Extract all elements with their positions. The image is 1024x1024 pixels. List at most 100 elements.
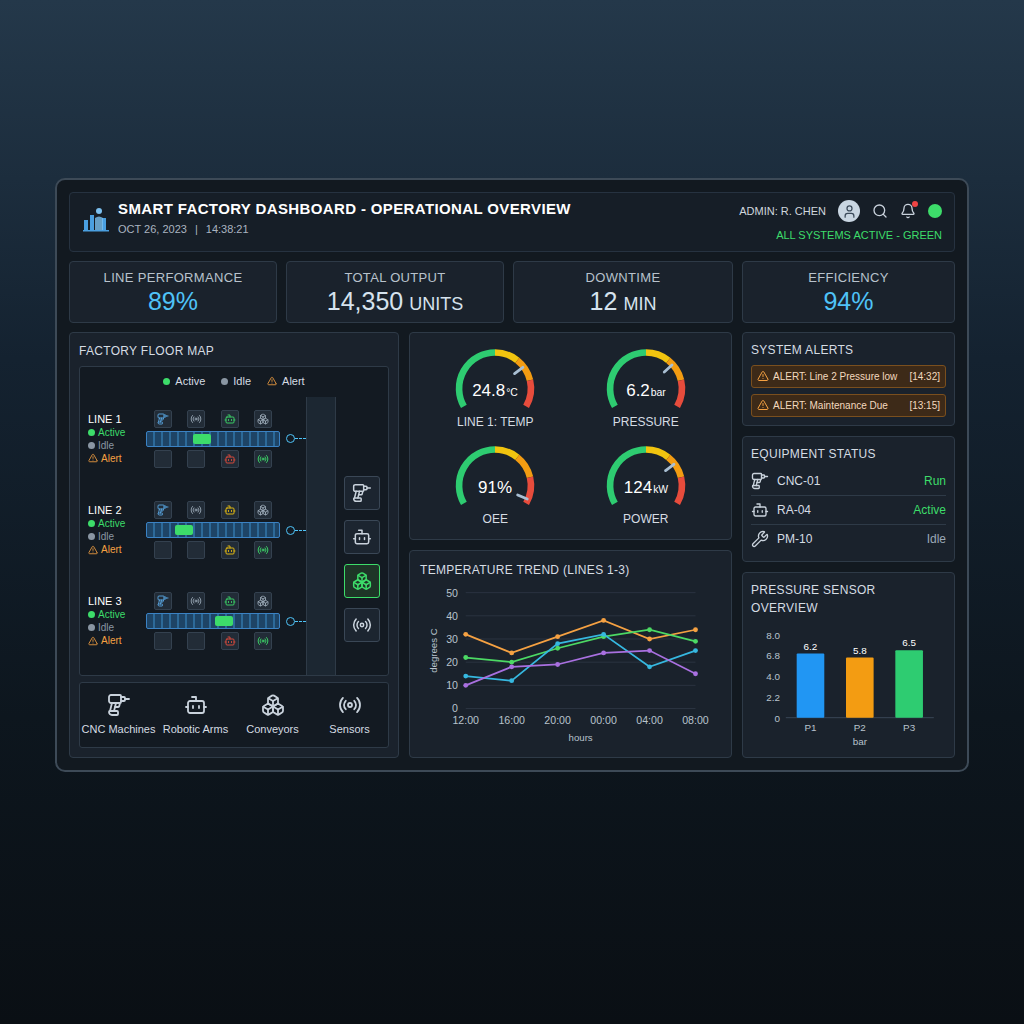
category-item[interactable]: Sensors (311, 691, 388, 739)
search-icon[interactable] (872, 203, 888, 219)
y-tick: 4.0 (766, 671, 780, 682)
data-point (601, 650, 606, 655)
machine-slot[interactable] (221, 541, 239, 559)
floor-map: ActiveIdleAlertLINE 1ActiveIdleAlertLINE… (79, 366, 389, 676)
pressure-bar: 6.2P1 (797, 640, 825, 733)
notifications[interactable] (900, 203, 916, 219)
kpi-label: TOTAL OUTPUT (344, 268, 445, 288)
machine-slot[interactable] (221, 450, 239, 468)
gauge-value: 91% (478, 478, 512, 497)
y-tick: 8.0 (766, 630, 780, 641)
pressure-bar: 6.5P3 (895, 637, 923, 733)
machine-slot[interactable] (187, 592, 205, 610)
line-name: LINE 3 (88, 595, 140, 608)
machine-slot[interactable] (254, 541, 272, 559)
data-point (463, 655, 468, 660)
connector (286, 434, 306, 443)
kpi-value: 89% (148, 287, 198, 316)
y-tick: 10 (446, 679, 458, 691)
x-tick: 20:00 (544, 714, 571, 726)
machine-slot[interactable] (187, 450, 205, 468)
pressure-bar-chart: 8.06.84.02.206.2P15.8P26.5P3bar (751, 621, 941, 749)
robotic-arm-icon (224, 413, 236, 425)
machine-slot[interactable] (187, 501, 205, 519)
data-point (647, 648, 652, 653)
machine-slot[interactable] (221, 632, 239, 650)
robotic-arm-icon (751, 501, 769, 519)
x-tick: P3 (903, 722, 916, 733)
machine-slot[interactable] (254, 632, 272, 650)
machine-slot[interactable] (154, 450, 172, 468)
machine-slot[interactable] (221, 501, 239, 519)
alert-item[interactable]: ALERT: Line 2 Pressure low[14:32] (751, 365, 946, 388)
svg-text:5.8: 5.8 (853, 644, 867, 655)
cnc-machine-icon (751, 472, 769, 490)
machine-slot[interactable] (154, 592, 172, 610)
machine-slot[interactable] (221, 592, 239, 610)
pressure-sensor-panel: PRESSURE SENSOR OVERVIEW8.06.84.02.206.2… (742, 572, 955, 758)
dashboard-screen: SMART FACTORY DASHBOARD - OPERATIONAL OV… (55, 178, 969, 772)
header: SMART FACTORY DASHBOARD - OPERATIONAL OV… (69, 192, 955, 252)
gauges-panel: 24.8°CLINE 1: TEMP6.2barPRESSURE91%OEE12… (409, 332, 732, 540)
equipment-row[interactable]: CNC-01Run (751, 467, 946, 495)
x-tick: P2 (854, 722, 866, 733)
product (193, 434, 211, 444)
x-tick: 04:00 (636, 714, 663, 726)
line-status: Alert (88, 634, 140, 647)
device-node[interactable] (344, 608, 380, 642)
machine-slot[interactable] (154, 632, 172, 650)
sensor-icon (352, 615, 372, 635)
alert-icon (88, 545, 98, 555)
avatar[interactable] (838, 200, 860, 222)
category-item[interactable]: Robotic Arms (157, 691, 234, 739)
equipment-row[interactable]: PM-10Idle (751, 524, 946, 553)
equipment-row[interactable]: RA-04Active (751, 495, 946, 524)
machine-slot[interactable] (254, 410, 272, 428)
kpi-value: 14,350UNITS (327, 287, 463, 316)
line-name: LINE 2 (88, 504, 140, 517)
device-node[interactable] (344, 476, 380, 510)
bus-rail (306, 397, 336, 675)
machine-slot[interactable] (254, 501, 272, 519)
connector (286, 526, 306, 535)
machine-slot[interactable] (254, 450, 272, 468)
pressure-bar: 5.8 P2 (846, 644, 874, 733)
date-time: OCT 26, 2023|14:38:21 (118, 221, 571, 238)
y-tick: 50 (446, 586, 458, 598)
data-point (601, 632, 606, 637)
sensor-icon (257, 453, 269, 465)
legend-item: Active (163, 373, 205, 390)
y-axis-label: degrees C (428, 628, 439, 673)
line-status: Active (88, 517, 140, 530)
conveyor-belt (146, 522, 280, 538)
device-node[interactable] (344, 564, 380, 598)
floor-map-panel: FACTORY FLOOR MAPActiveIdleAlertLINE 1Ac… (69, 332, 399, 758)
line-status: Idle (88, 530, 140, 543)
admin-label: ADMIN: R. CHEN (739, 203, 826, 220)
panel-title: EQUIPMENT STATUS (751, 445, 946, 463)
category-item[interactable]: Conveyors (234, 691, 311, 739)
gauge: 6.2barPRESSURE (594, 343, 698, 431)
machine-slot[interactable] (187, 410, 205, 428)
machine-slot[interactable] (154, 541, 172, 559)
x-tick: 16:00 (498, 714, 525, 726)
machine-slot[interactable] (221, 410, 239, 428)
gauge-needle (665, 465, 673, 471)
gauge-value: 124kW (624, 478, 669, 497)
category-item[interactable]: CNC Machines (80, 691, 157, 739)
machine-slot[interactable] (154, 410, 172, 428)
machine-slot[interactable] (154, 501, 172, 519)
machine-slot[interactable] (187, 541, 205, 559)
kpi-label: LINE PERFORMANCE (104, 268, 243, 288)
machine-slot[interactable] (254, 592, 272, 610)
cnc-machine-icon (107, 693, 131, 717)
line-status: Alert (88, 452, 140, 465)
alert-item[interactable]: ALERT: Maintenance Due[13:15] (751, 394, 946, 417)
x-tick: 08:00 (682, 714, 709, 726)
data-point (555, 641, 560, 646)
gauge: 91%OEE (443, 440, 547, 528)
machine-slot[interactable] (187, 632, 205, 650)
y-tick: 20 (446, 656, 458, 668)
device-node[interactable] (344, 520, 380, 554)
sensor-icon (190, 595, 202, 607)
